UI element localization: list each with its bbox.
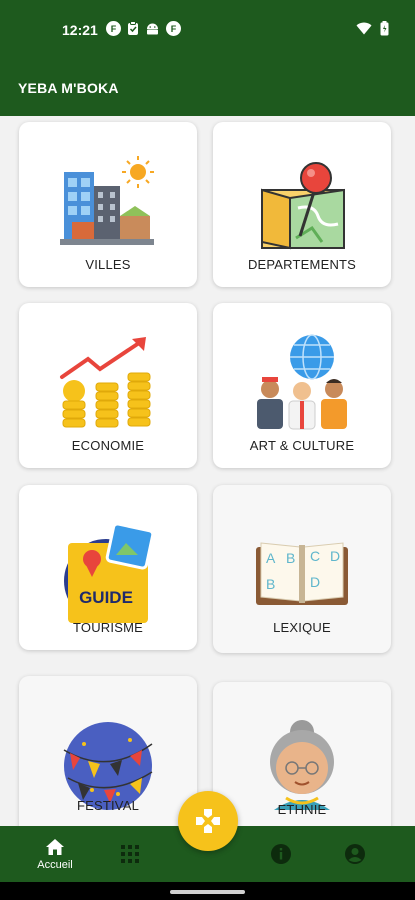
nav-grid[interactable] <box>100 826 160 882</box>
app-bar: YEBA M'BOKA <box>0 60 415 116</box>
fab-game-button[interactable] <box>178 791 238 851</box>
people-globe-icon <box>257 334 347 430</box>
android-icon <box>145 21 160 41</box>
svg-text:D: D <box>330 548 340 564</box>
nav-label-accueil: Accueil <box>37 858 73 871</box>
card-economie[interactable]: ECONOMIE <box>19 303 197 468</box>
card-ethnie[interactable]: ETHNIE <box>213 682 391 826</box>
guide-book-icon: GUIDE <box>64 522 155 623</box>
status-bar: 12:21 F F <box>0 0 415 60</box>
system-gesture-area <box>0 882 415 900</box>
card-villes[interactable]: VILLES <box>19 122 197 287</box>
svg-text:GUIDE: GUIDE <box>79 588 133 607</box>
status-notification-icons: F F <box>106 21 181 41</box>
f-circle-icon: F <box>166 21 181 36</box>
nav-accueil[interactable]: Accueil <box>25 826 85 882</box>
f-circle-icon: F <box>106 21 121 36</box>
app-title: YEBA M'BOKA <box>18 80 119 96</box>
account-icon <box>345 844 365 864</box>
nav-account[interactable] <box>325 826 385 882</box>
category-grid: VILLES DEPARTEMENTS ECONOMIE ART & CULTU… <box>0 116 415 826</box>
card-label-ethnie: ETHNIE <box>277 802 327 817</box>
card-departements[interactable]: DEPARTEMENTS <box>213 122 391 287</box>
svg-text:D: D <box>310 574 320 590</box>
card-label-lexique: LEXIQUE <box>273 620 331 635</box>
nav-info[interactable] <box>251 826 311 882</box>
card-festival[interactable]: FESTIVAL <box>19 676 197 826</box>
card-label-economie: ECONOMIE <box>71 438 145 453</box>
card-label-departements: DEPARTEMENTS <box>247 257 357 272</box>
info-icon <box>271 844 291 864</box>
svg-text:C: C <box>310 548 320 564</box>
card-label-villes: VILLES <box>85 257 131 272</box>
wifi-icon <box>356 22 372 40</box>
svg-text:B: B <box>266 576 275 592</box>
svg-text:A: A <box>266 550 276 566</box>
clipboard-icon <box>127 21 139 41</box>
status-time: 12:21 <box>62 22 98 38</box>
home-icon <box>46 838 64 855</box>
map-pin-icon <box>261 162 345 250</box>
gamepad-icon <box>196 809 220 833</box>
card-tourisme[interactable]: GUIDE TOURISME <box>19 485 197 650</box>
card-label-festival: FESTIVAL <box>76 798 140 813</box>
card-art-culture[interactable]: ART & CULTURE <box>213 303 391 468</box>
grid-icon <box>121 845 139 863</box>
card-lexique[interactable]: AB CD BD LEXIQUE <box>213 485 391 653</box>
card-label-art-culture: ART & CULTURE <box>249 438 355 453</box>
card-label-tourisme: TOURISME <box>73 620 143 635</box>
battery-icon <box>380 21 389 41</box>
alphabet-book-icon: AB CD BD <box>256 542 348 605</box>
coins-growth-icon <box>60 337 151 428</box>
home-gesture-handle[interactable] <box>170 890 245 894</box>
city-icon <box>60 156 154 245</box>
status-system-icons <box>356 21 389 41</box>
svg-text:B: B <box>286 550 295 566</box>
